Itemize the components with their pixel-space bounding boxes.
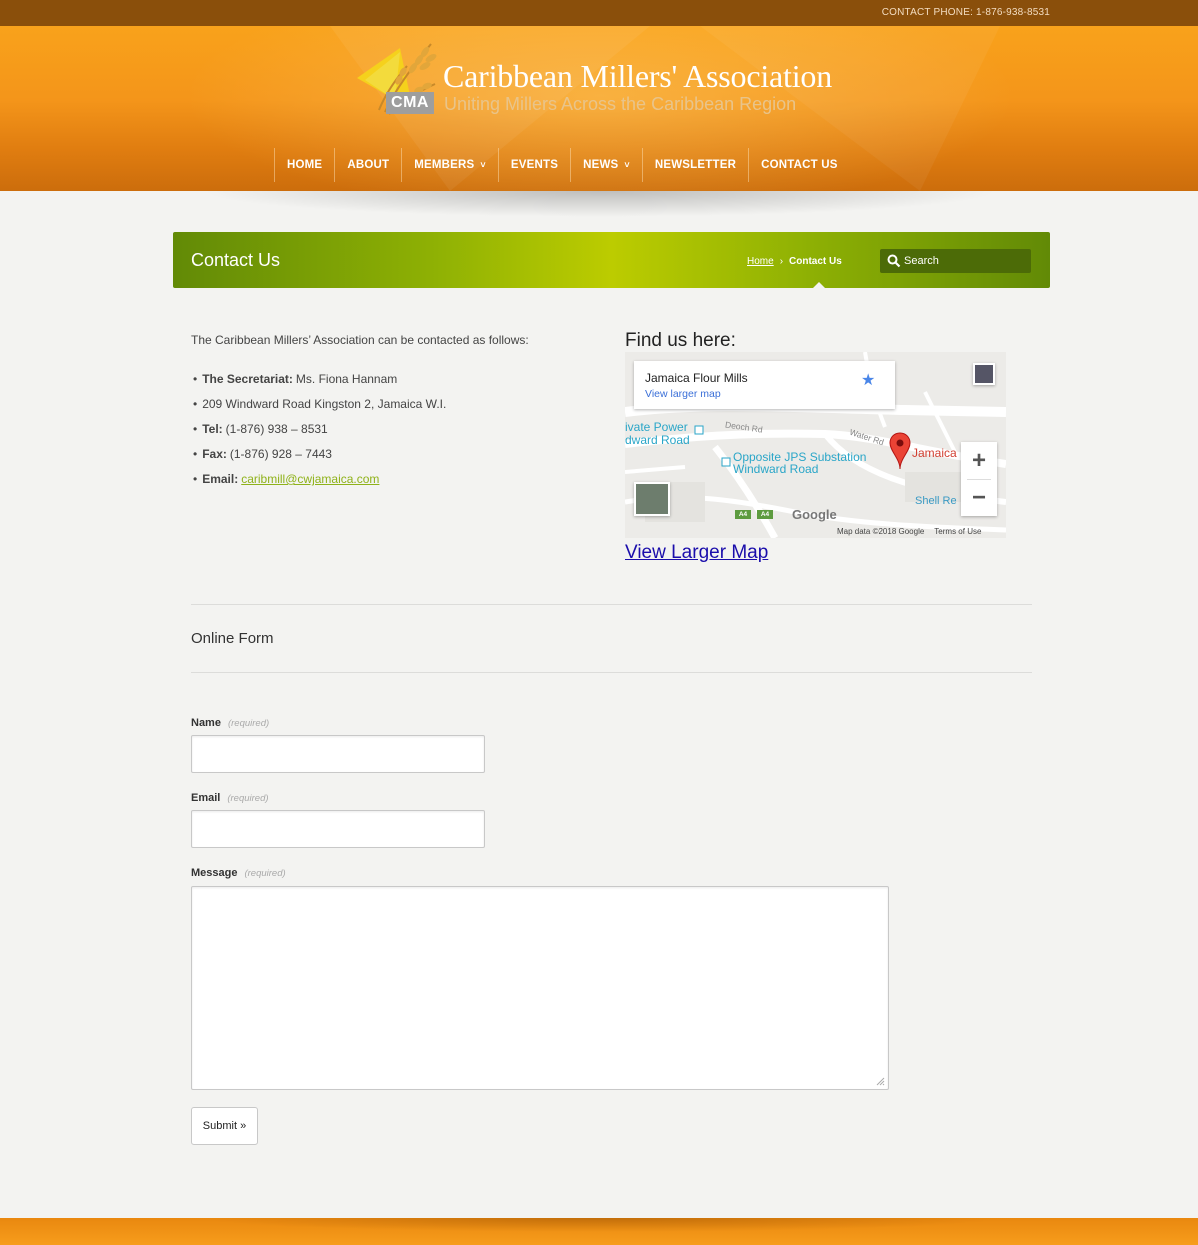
fullscreen-button[interactable]: [973, 363, 995, 385]
main-nav: HOME ABOUT MEMBERS ˅ EVENTS NEWS ˅ NEWSLET…: [274, 148, 850, 182]
bullet: •: [193, 447, 198, 461]
contact-value: 209 Windward Road Kingston 2, Jamaica W.…: [202, 397, 447, 411]
map-pin-icon[interactable]: [889, 432, 911, 470]
bullet: •: [193, 397, 198, 411]
required-hint: (required): [227, 793, 269, 804]
bullet: •: [193, 472, 198, 486]
submit-button[interactable]: Submit »: [191, 1107, 258, 1145]
map-heading: Find us here:: [625, 330, 736, 351]
page-title: Contact Us: [191, 250, 281, 270]
nav-label: ABOUT: [347, 159, 390, 171]
contact-label: The Secretariat:: [202, 372, 293, 386]
site-header: CMA Caribbean Millers' Association Uniti…: [0, 26, 1198, 191]
email-field[interactable]: [191, 810, 485, 848]
map-label: Windward Road: [733, 462, 819, 476]
site-tagline: Uniting Millers Across the Caribbean Reg…: [444, 94, 797, 114]
breadcrumb-home-link[interactable]: Home: [747, 256, 774, 267]
required-hint: (required): [227, 718, 270, 729]
nav-label: NEWSLETTER: [654, 159, 737, 171]
nav-label: HOME: [287, 159, 323, 171]
contact-value: Ms. Fiona Hannam: [295, 372, 398, 386]
breadcrumb-notch: [813, 282, 825, 288]
search-input[interactable]: [904, 252, 1024, 270]
required-hint: (required): [244, 868, 286, 879]
contact-label: Fax:: [202, 447, 227, 461]
contact-phone: CONTACT PHONE: 1-876-938-8531: [881, 7, 1050, 18]
view-larger-map-link-small[interactable]: View larger map: [645, 388, 721, 400]
nav-item-contact-us[interactable]: CONTACT US: [748, 148, 850, 182]
zoom-out-button[interactable]: −: [961, 479, 997, 516]
map-label: Shell Re: [915, 495, 957, 507]
logo-abbreviation: CMA: [386, 92, 434, 114]
search-icon: [887, 254, 901, 268]
breadcrumb-current: Contact Us: [789, 256, 842, 267]
divider: [191, 604, 1032, 605]
name-label: Name (required): [191, 717, 269, 729]
message-field[interactable]: [191, 886, 889, 1090]
name-field[interactable]: [191, 735, 485, 773]
map-pin-label: Jamaica: [912, 446, 957, 460]
form-title: Online Form: [191, 630, 274, 647]
breadcrumb: Home › Contact Us: [747, 256, 842, 267]
bullet: •: [193, 372, 198, 386]
google-logo: Google: [792, 507, 837, 522]
resize-grip-icon[interactable]: [876, 1077, 885, 1086]
site-name: Caribbean Millers' Association: [443, 58, 833, 94]
nav-item-news[interactable]: NEWS ˅: [570, 148, 642, 182]
chevron-down-icon: ˅: [624, 160, 630, 170]
map-label: dward Road: [625, 433, 690, 447]
top-bar: CONTACT PHONE: 1-876-938-8531: [0, 0, 1198, 26]
list-item: • Tel: (1-876) 938 – 8531: [193, 421, 446, 446]
nav-item-about[interactable]: ABOUT: [334, 148, 401, 182]
header-shadow: [200, 191, 1000, 217]
map-zoom-control: + −: [961, 442, 997, 516]
map-place-card: Jamaica Flour Mills View larger map ★: [634, 361, 895, 409]
search-box[interactable]: [880, 249, 1031, 273]
nav-item-members[interactable]: MEMBERS ˅: [401, 148, 498, 182]
terms-link[interactable]: Terms of Use: [934, 527, 981, 536]
nav-item-newsletter[interactable]: NEWSLETTER: [641, 148, 748, 182]
breadcrumb-separator: ›: [779, 256, 784, 267]
map-place-name: Jamaica Flour Mills: [645, 371, 748, 385]
contact-value: (1-876) 938 – 8531: [225, 422, 328, 436]
contact-value: (1-876) 928 – 7443: [229, 447, 332, 461]
list-item: • 209 Windward Road Kingston 2, Jamaica W…: [193, 396, 446, 421]
road-shield: A4: [735, 510, 751, 519]
site-footer: [0, 1218, 1198, 1245]
road-shield: A4: [757, 510, 773, 519]
nav-label: MEMBERS: [414, 159, 475, 171]
nav-label: CONTACT US: [761, 159, 838, 171]
zoom-divider: [967, 479, 991, 480]
star-icon[interactable]: ★: [861, 370, 875, 390]
divider: [191, 672, 1032, 673]
email-label: Email (required): [191, 792, 269, 804]
contact-label: Email:: [202, 472, 239, 486]
list-item: • Fax: (1-876) 928 – 7443: [193, 446, 446, 471]
nav-item-events[interactable]: EVENTS: [497, 148, 570, 182]
footer-shadow: [200, 1218, 1000, 1232]
list-item: • The Secretariat: Ms. Fiona Hannam: [193, 371, 446, 396]
map-attribution: Map data ©2018 Google Terms of Use: [837, 527, 981, 536]
chevron-down-icon: ˅: [480, 160, 486, 170]
message-label-text: Message: [191, 867, 238, 879]
nav-label: EVENTS: [510, 159, 559, 171]
contact-list: • The Secretariat: Ms. Fiona Hannam • 209 W…: [193, 371, 446, 496]
view-larger-map-link[interactable]: View Larger Map: [625, 542, 768, 564]
name-label-text: Name: [191, 717, 221, 729]
message-label: Message (required): [191, 867, 286, 879]
contact-label: Tel:: [202, 422, 223, 436]
nav-item-home[interactable]: HOME: [274, 148, 334, 182]
page-title-bar: Contact Us Home › Contact Us: [173, 232, 1050, 288]
list-item: • Email: caribmill@cwjamaica.com: [193, 471, 446, 496]
email-label-text: Email: [191, 792, 221, 804]
embedded-map[interactable]: Jamaica Flour Mills View larger map ★ iv…: [625, 352, 1006, 538]
email-link[interactable]: caribmill@cwjamaica.com: [241, 471, 379, 496]
bullet: •: [193, 422, 198, 436]
contact-intro: The Caribbean Millers’ Association can b…: [191, 333, 529, 347]
nav-label: NEWS: [583, 159, 619, 171]
zoom-in-button[interactable]: +: [961, 442, 997, 479]
satellite-toggle[interactable]: [634, 482, 670, 516]
site-logo[interactable]: CMA Caribbean Millers' Association Uniti…: [355, 40, 865, 120]
map-data-text: Map data ©2018 Google: [837, 527, 925, 536]
